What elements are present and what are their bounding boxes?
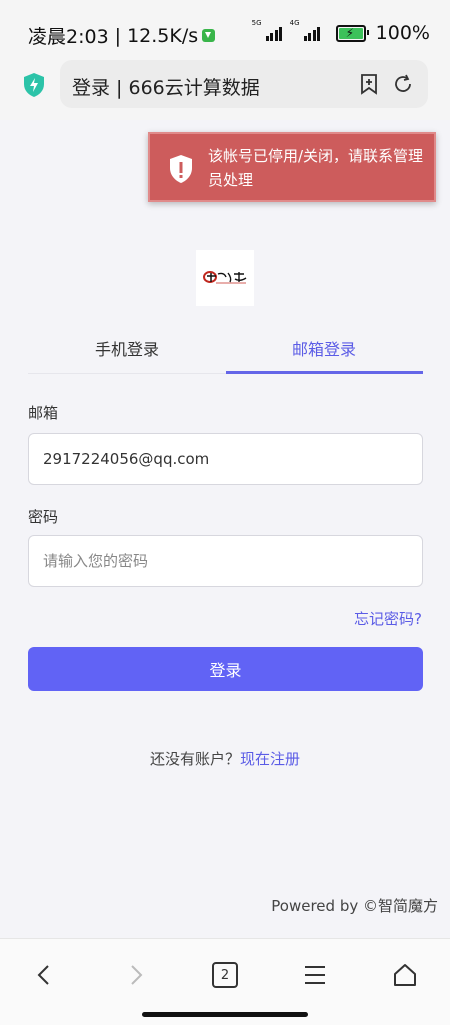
forgot-password-link[interactable]: 忘记密码?: [354, 608, 422, 629]
email-label: 邮箱: [28, 404, 59, 422]
email-field[interactable]: [28, 433, 423, 485]
password-field[interactable]: [28, 535, 423, 587]
status-time: 凌晨2:03: [28, 26, 109, 48]
url-title[interactable]: 登录 | 666云计算数据: [72, 73, 260, 100]
bookmark-add-icon[interactable]: [358, 73, 380, 95]
error-toast: 该帐号已停用/关闭，请联系管理员处理: [148, 132, 436, 202]
battery-level: 100%: [375, 22, 430, 44]
home-button[interactable]: [385, 955, 425, 995]
chevron-right-icon: [131, 965, 143, 985]
logo-mark: [203, 271, 247, 284]
signup-row: 还没有账户？现在注册: [0, 748, 450, 769]
shield-bolt-icon[interactable]: [22, 72, 46, 98]
status-bar: 凌晨2:03 | 12.5K/s 5G 4G ⚡ 100%: [0, 0, 450, 60]
shield-exclamation-icon: [170, 155, 192, 183]
login-button[interactable]: 登录: [28, 647, 423, 691]
menu-button[interactable]: [295, 955, 335, 995]
url-bar[interactable]: 登录 | 666云计算数据: [60, 60, 428, 108]
signup-link[interactable]: 现在注册: [240, 750, 300, 768]
tab-count: 2: [212, 962, 238, 988]
status-left: 凌晨2:03 | 12.5K/s: [28, 22, 216, 49]
browser-address-area: 登录 | 666云计算数据: [0, 60, 450, 120]
hamburger-menu-icon: [305, 966, 325, 984]
home-indicator[interactable]: [142, 1012, 308, 1017]
network-speed: 12.5K/s: [127, 24, 199, 47]
home-icon: [394, 964, 416, 986]
back-button[interactable]: [24, 955, 64, 995]
download-icon: [202, 29, 216, 42]
site-logo: [196, 250, 254, 306]
refresh-icon[interactable]: [392, 73, 414, 95]
signup-prompt: 还没有账户？: [149, 750, 240, 768]
powered-by: Powered by ©智简魔方: [271, 897, 438, 915]
toast-message: 该帐号已停用/关闭，请联系管理员处理: [208, 147, 424, 189]
battery-icon: ⚡: [335, 24, 369, 42]
status-separator: |: [114, 24, 122, 47]
tab-email-login[interactable]: 邮箱登录: [292, 336, 356, 360]
signal-5g-icon: 5G: [252, 19, 284, 41]
chevron-left-icon: [37, 965, 49, 985]
active-tab-indicator: [226, 371, 423, 374]
sim2-tag: 4G: [289, 19, 300, 27]
signal-4g-icon: 4G: [290, 19, 322, 41]
password-label: 密码: [28, 508, 59, 526]
sim1-tag: 5G: [251, 19, 262, 27]
tab-phone-login[interactable]: 手机登录: [95, 336, 159, 360]
status-right: 5G 4G ⚡ 100%: [252, 19, 430, 44]
forward-button[interactable]: [116, 955, 156, 995]
tabs-button[interactable]: 2: [205, 955, 245, 995]
